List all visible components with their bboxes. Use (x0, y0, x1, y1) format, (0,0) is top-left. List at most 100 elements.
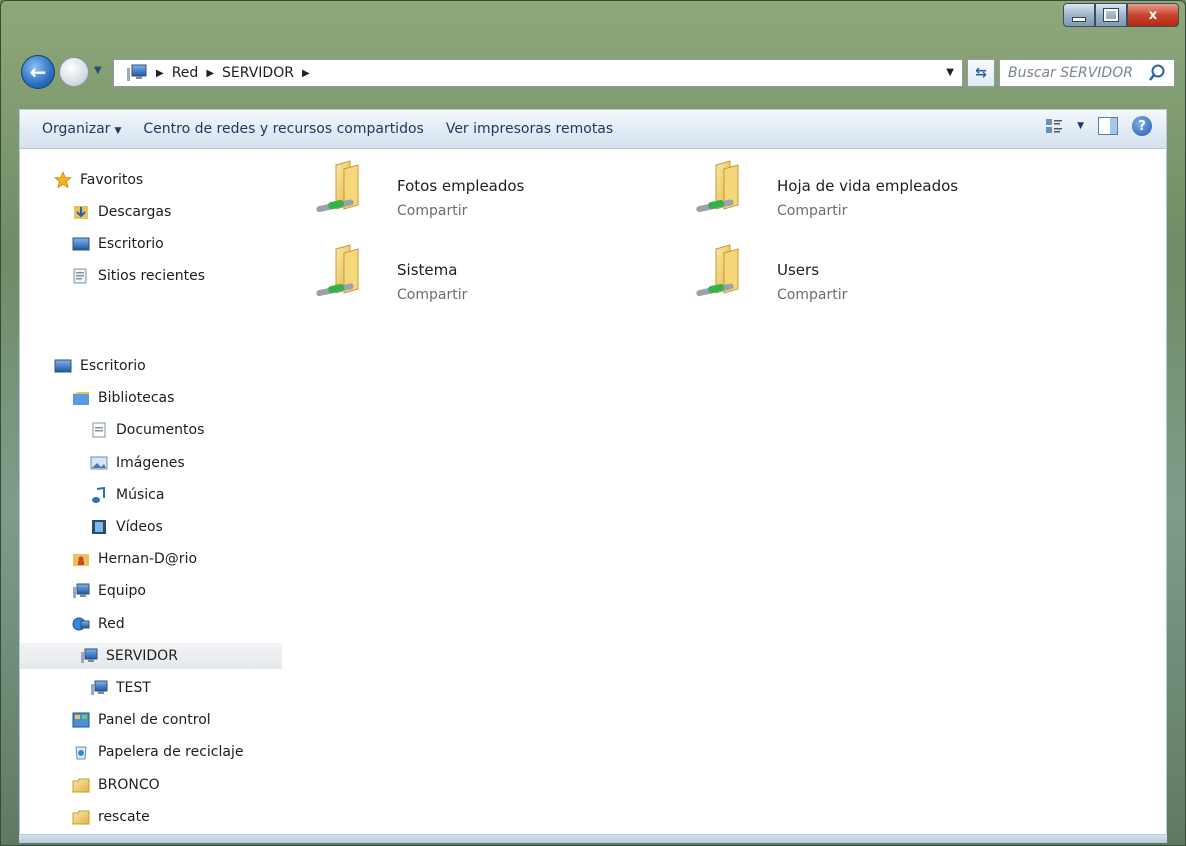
sidebar-item-red[interactable]: Red (72, 611, 125, 637)
command-bar: Organizar ▼ Centro de redes y recursos co… (19, 109, 1167, 149)
share-type: Compartir (777, 287, 848, 303)
refresh-button[interactable]: ⇆ (967, 59, 995, 87)
recycle-bin-icon (75, 746, 87, 760)
sidebar-item-rescate[interactable]: rescate (72, 804, 150, 830)
sidebar-item-label: Escritorio (80, 358, 146, 374)
recent-places-icon (73, 268, 87, 284)
sidebar-item-label: Imágenes (116, 454, 185, 471)
search-icon[interactable] (1148, 63, 1166, 83)
sidebar-item-bronco[interactable]: BRONCO (72, 772, 160, 798)
sidebar-item-im-genes[interactable]: Imágenes (90, 450, 185, 476)
share-item[interactable]: Sistema Compartir (282, 233, 602, 303)
sidebar-item-label: Panel de control (98, 712, 211, 729)
sidebar-item-bibliotecas[interactable]: Bibliotecas (72, 385, 174, 411)
breadcrumb-servidor[interactable]: SERVIDOR (222, 65, 294, 81)
recent-pages-dropdown-icon[interactable]: ▼ (94, 65, 102, 76)
change-view-icon[interactable] (1045, 118, 1063, 134)
music-icon (92, 486, 105, 503)
explorer-content: Favoritos Descargas Escritorio Sitios reci… (19, 149, 1167, 835)
sidebar-item-hernan-d-rio[interactable]: Hernan-D@rio (72, 546, 197, 572)
folder-icon (72, 810, 90, 825)
window-controls: x (1063, 3, 1179, 27)
sidebar-item-label: Papelera de reciclaje (98, 744, 244, 761)
navigation-bar: ← ▼ ▶ Red ▶ SERVIDOR ▶ ▼ ⇆ Buscar SERVID… (21, 53, 1175, 91)
desktop-icon (72, 237, 90, 251)
sidebar-item-papelera-de-reciclaje[interactable]: Papelera de reciclaje (72, 739, 243, 765)
sidebar-item-servidor[interactable]: SERVIDOR (20, 642, 282, 669)
sidebar-item-documentos[interactable]: Documentos (90, 417, 204, 443)
shared-folder-icon (316, 160, 359, 213)
pictures-icon (90, 456, 108, 470)
shared-folder-icon (316, 244, 359, 297)
sidebar-item-label: Red (98, 615, 125, 632)
sidebar-item-label: Vídeos (116, 519, 163, 535)
sidebar-item-test[interactable]: TEST (90, 675, 151, 701)
libraries-icon (73, 392, 89, 406)
help-icon[interactable]: ? (1132, 116, 1152, 136)
videos-icon (92, 520, 106, 534)
sidebar-item-descargas[interactable]: Descargas (72, 199, 171, 225)
downloads-icon (74, 206, 88, 219)
sidebar-item-label: Descargas (98, 204, 172, 220)
share-name: Users (777, 261, 820, 279)
organize-label: Organizar (42, 121, 111, 137)
forward-button[interactable] (59, 57, 89, 87)
share-item[interactable]: Fotos empleados Compartir (282, 149, 602, 219)
sidebar-item-label: Equipo (98, 583, 146, 600)
sidebar-item-sitios-recientes[interactable]: Sitios recientes (72, 263, 205, 289)
sidebar-item-label: Documentos (116, 422, 205, 439)
close-button[interactable]: x (1127, 3, 1179, 27)
sidebar-item-label: Sitios recientes (98, 268, 205, 284)
remote-printers-button[interactable]: Ver impresoras remotas (435, 121, 624, 137)
desktop-icon (54, 359, 72, 373)
breadcrumb-separator-icon[interactable]: ▶ (156, 68, 164, 79)
minimize-button[interactable] (1063, 3, 1095, 27)
refresh-icon: ⇆ (975, 65, 987, 81)
preview-pane-icon[interactable] (1098, 117, 1118, 135)
user-folder-icon (73, 554, 89, 567)
breadcrumb-red[interactable]: Red (172, 65, 199, 81)
search-input[interactable]: Buscar SERVIDOR (999, 59, 1175, 87)
explorer-window: x ← ▼ ▶ Red ▶ SERVIDOR ▶ ▼ ⇆ Buscar SERV… (0, 0, 1186, 846)
network-center-button[interactable]: Centro de redes y recursos compartidos (132, 121, 434, 137)
share-item[interactable]: Hoja de vida empleados Compartir (662, 149, 982, 219)
breadcrumb-separator-icon[interactable]: ▶ (206, 68, 214, 79)
folder-icon (72, 778, 90, 793)
chevron-down-icon: ▼ (114, 126, 122, 136)
sidebar-item-m-sica[interactable]: Música (90, 482, 164, 508)
shared-folder-icon (696, 244, 739, 297)
network-icon (72, 617, 90, 631)
network-computer-icon (127, 64, 147, 81)
share-item[interactable]: Users Compartir (662, 233, 982, 303)
maximize-icon (1103, 8, 1119, 22)
sidebar-item-equipo[interactable]: Equipo (72, 578, 146, 604)
search-placeholder: Buscar SERVIDOR (1008, 65, 1133, 81)
share-name: Hoja de vida empleados (777, 177, 959, 195)
network-computer-icon (81, 648, 98, 663)
computer-icon (73, 583, 90, 599)
shared-folder-icon (696, 160, 739, 213)
sidebar-item-escritorio[interactable]: Escritorio (72, 231, 164, 257)
share-type: Compartir (777, 203, 848, 219)
network-computer-icon (91, 680, 108, 695)
share-type: Compartir (397, 203, 468, 219)
minimize-icon (1072, 16, 1086, 22)
address-bar[interactable]: ▶ Red ▶ SERVIDOR ▶ ▼ (113, 59, 963, 87)
sidebar-item-panel-de-control[interactable]: Panel de control (72, 707, 211, 733)
file-list: Fotos empleados Compartir Hoja de vida e… (282, 149, 1166, 834)
organize-menu[interactable]: Organizar ▼ (20, 121, 132, 137)
address-dropdown-icon[interactable]: ▼ (946, 67, 954, 78)
nav-favorites[interactable]: Favoritos (54, 167, 143, 193)
sidebar-item-v-deos[interactable]: Vídeos (90, 514, 163, 540)
sidebar-item-label: rescate (98, 808, 150, 825)
sidebar-item-label: Bibliotecas (98, 390, 175, 407)
sidebar-item-label: TEST (116, 680, 151, 696)
view-options-dropdown-icon[interactable]: ▼ (1077, 121, 1084, 131)
back-button[interactable]: ← (21, 55, 55, 89)
control-panel-icon (72, 712, 90, 728)
breadcrumb-separator-icon[interactable]: ▶ (302, 68, 310, 79)
sidebar-item-label: Música (116, 486, 165, 503)
maximize-button[interactable] (1095, 3, 1127, 27)
sidebar-item-escritorio[interactable]: Escritorio (54, 353, 146, 379)
navigation-pane: Favoritos Descargas Escritorio Sitios reci… (20, 149, 282, 834)
